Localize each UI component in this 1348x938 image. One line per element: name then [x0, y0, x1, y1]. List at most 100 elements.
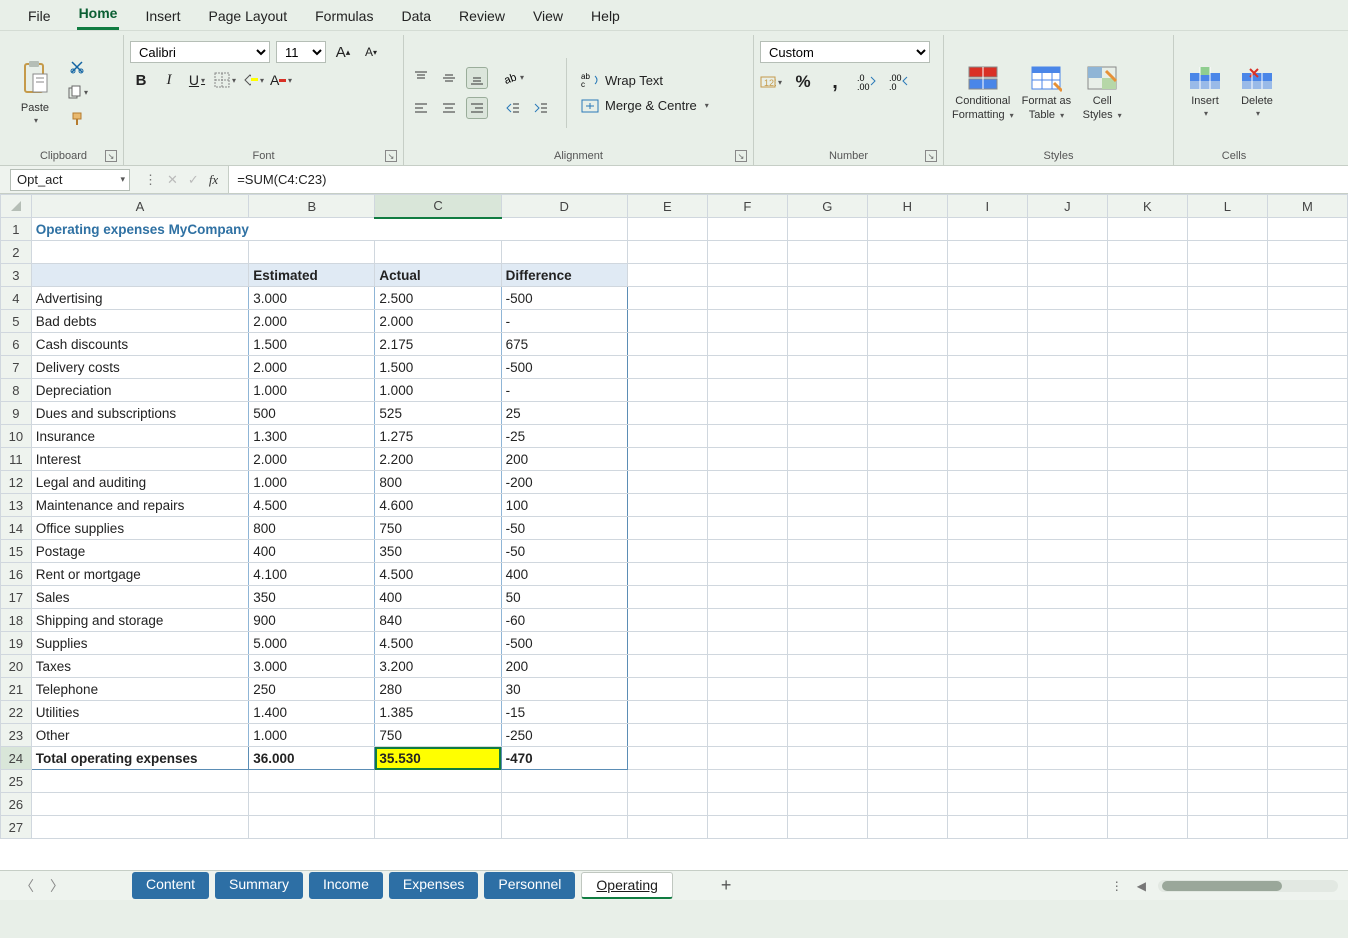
- row-header-11[interactable]: 11: [1, 448, 32, 471]
- sheet-tab-income[interactable]: Income: [309, 872, 383, 899]
- cell-A14[interactable]: Office supplies: [31, 517, 248, 540]
- col-header-J[interactable]: J: [1027, 195, 1107, 218]
- cell-B11[interactable]: 2.000: [249, 448, 375, 471]
- menu-home[interactable]: Home: [77, 1, 120, 30]
- underline-button[interactable]: U▾: [186, 69, 208, 91]
- align-bottom-button[interactable]: [466, 67, 488, 89]
- menu-review[interactable]: Review: [457, 4, 507, 30]
- row-header-17[interactable]: 17: [1, 586, 32, 609]
- font-size-select[interactable]: 11: [276, 41, 326, 63]
- cell-C13[interactable]: 4.600: [375, 494, 501, 517]
- cell-B23[interactable]: 1.000: [249, 724, 375, 747]
- row-header-20[interactable]: 20: [1, 655, 32, 678]
- cell-C23[interactable]: 750: [375, 724, 501, 747]
- cell-C14[interactable]: 750: [375, 517, 501, 540]
- row-header-1[interactable]: 1: [1, 218, 32, 241]
- cell-B17[interactable]: 350: [249, 586, 375, 609]
- row-header-4[interactable]: 4: [1, 287, 32, 310]
- cell-A15[interactable]: Postage: [31, 540, 248, 563]
- cell-B13[interactable]: 4.500: [249, 494, 375, 517]
- increase-font-button[interactable]: A▴: [332, 41, 354, 63]
- orientation-button[interactable]: ab▾: [502, 67, 524, 89]
- formula-input[interactable]: =SUM(C4:C23): [228, 166, 1348, 193]
- cell-C5[interactable]: 2.000: [375, 310, 501, 333]
- cell-D7[interactable]: -500: [501, 356, 627, 379]
- decrease-font-button[interactable]: A▾: [360, 41, 382, 63]
- cell-D22[interactable]: -15: [501, 701, 627, 724]
- cell-B19[interactable]: 5.000: [249, 632, 375, 655]
- cell-D24[interactable]: -470: [501, 747, 627, 770]
- col-header-I[interactable]: I: [947, 195, 1027, 218]
- increase-indent-button[interactable]: [530, 97, 552, 119]
- cell-B22[interactable]: 1.400: [249, 701, 375, 724]
- cell-C11[interactable]: 2.200: [375, 448, 501, 471]
- row-header-7[interactable]: 7: [1, 356, 32, 379]
- col-header-D[interactable]: D: [501, 195, 627, 218]
- percent-button[interactable]: %: [792, 71, 814, 93]
- format-as-table-button[interactable]: Format as Table ▾: [1020, 63, 1074, 123]
- cell-A11[interactable]: Interest: [31, 448, 248, 471]
- comma-button[interactable]: ,: [824, 71, 846, 93]
- cell-C15[interactable]: 350: [375, 540, 501, 563]
- cell-B3[interactable]: Estimated: [249, 264, 375, 287]
- sheet-tab-personnel[interactable]: Personnel: [484, 872, 575, 899]
- cell-B15[interactable]: 400: [249, 540, 375, 563]
- cell-A18[interactable]: Shipping and storage: [31, 609, 248, 632]
- font-color-button[interactable]: A▾: [270, 69, 292, 91]
- cell-A24[interactable]: Total operating expenses: [31, 747, 248, 770]
- cell-D10[interactable]: -25: [501, 425, 627, 448]
- cell-B21[interactable]: 250: [249, 678, 375, 701]
- col-header-E[interactable]: E: [627, 195, 707, 218]
- row-header-9[interactable]: 9: [1, 402, 32, 425]
- cell-D12[interactable]: -200: [501, 471, 627, 494]
- row-header-21[interactable]: 21: [1, 678, 32, 701]
- row-header-27[interactable]: 27: [1, 816, 32, 839]
- row-header-2[interactable]: 2: [1, 241, 32, 264]
- col-header-C[interactable]: C: [375, 195, 501, 218]
- cell-B5[interactable]: 2.000: [249, 310, 375, 333]
- col-header-K[interactable]: K: [1107, 195, 1187, 218]
- cell-A20[interactable]: Taxes: [31, 655, 248, 678]
- cell-D15[interactable]: -50: [501, 540, 627, 563]
- cell-C7[interactable]: 1.500: [375, 356, 501, 379]
- align-center-button[interactable]: [438, 97, 460, 119]
- sheet-tab-expenses[interactable]: Expenses: [389, 872, 478, 899]
- row-header-12[interactable]: 12: [1, 471, 32, 494]
- select-all-corner[interactable]: [1, 195, 32, 218]
- cell-C6[interactable]: 2.175: [375, 333, 501, 356]
- row-header-5[interactable]: 5: [1, 310, 32, 333]
- cell-B6[interactable]: 1.500: [249, 333, 375, 356]
- cell-C17[interactable]: 400: [375, 586, 501, 609]
- row-header-25[interactable]: 25: [1, 770, 32, 793]
- cell-C20[interactable]: 3.200: [375, 655, 501, 678]
- cell-C24[interactable]: 35.530: [375, 747, 501, 770]
- sheet-tab-operating[interactable]: Operating: [581, 872, 672, 899]
- cell-D3[interactable]: Difference: [501, 264, 627, 287]
- cell-A16[interactable]: Rent or mortgage: [31, 563, 248, 586]
- menu-formulas[interactable]: Formulas: [313, 4, 375, 30]
- italic-button[interactable]: I: [158, 69, 180, 91]
- copy-button[interactable]: ▾: [66, 82, 88, 104]
- menu-help[interactable]: Help: [589, 4, 622, 30]
- cell-D19[interactable]: -500: [501, 632, 627, 655]
- cell-B8[interactable]: 1.000: [249, 379, 375, 402]
- cell-C3[interactable]: Actual: [375, 264, 501, 287]
- row-header-14[interactable]: 14: [1, 517, 32, 540]
- row-header-23[interactable]: 23: [1, 724, 32, 747]
- cell-D6[interactable]: 675: [501, 333, 627, 356]
- dialog-launcher-icon[interactable]: ↘: [385, 150, 397, 162]
- cell-A22[interactable]: Utilities: [31, 701, 248, 724]
- row-header-10[interactable]: 10: [1, 425, 32, 448]
- cell-B14[interactable]: 800: [249, 517, 375, 540]
- sheet-tab-content[interactable]: Content: [132, 872, 209, 899]
- row-header-3[interactable]: 3: [1, 264, 32, 287]
- format-painter-button[interactable]: [66, 108, 88, 130]
- cell-C10[interactable]: 1.275: [375, 425, 501, 448]
- cell-A12[interactable]: Legal and auditing: [31, 471, 248, 494]
- decrease-decimal-button[interactable]: .00.0: [888, 71, 910, 93]
- cell-D5[interactable]: -: [501, 310, 627, 333]
- cell-A5[interactable]: Bad debts: [31, 310, 248, 333]
- cell-B7[interactable]: 2.000: [249, 356, 375, 379]
- insert-cells-button[interactable]: Insert▾: [1180, 65, 1230, 120]
- row-header-6[interactable]: 6: [1, 333, 32, 356]
